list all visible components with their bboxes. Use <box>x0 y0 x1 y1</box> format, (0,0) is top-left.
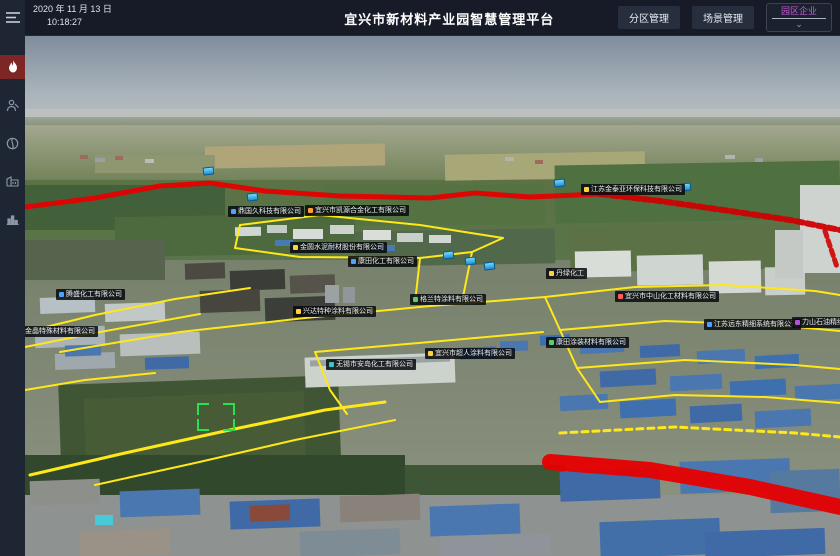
bar-chart-icon <box>6 213 19 225</box>
app-window: 2020 年 11 月 13 日 10:18:27 宜兴市新材料产业园智慧管理平… <box>0 0 840 556</box>
scene-management-button[interactable]: 场景管理 <box>692 6 754 29</box>
company-label[interactable]: 康田涂装材料有限公司 <box>546 337 629 348</box>
company-marker-icon <box>59 292 64 297</box>
chevron-down-icon: ⌄ <box>795 19 803 31</box>
map-canvas[interactable]: 鼎国久科技有限公司 宜兴市凯源合金化工有限公司金圆水泥耐材股份有限公司康田化工有限… <box>25 35 840 556</box>
truck-marker[interactable] <box>484 261 496 270</box>
company-marker-icon <box>231 209 236 214</box>
company-label[interactable]: 金圆水泥耐材股份有限公司 <box>290 242 387 253</box>
topbar-actions: 分区管理 场景管理 园区企业 ⌄ <box>618 0 832 35</box>
company-label-text: 兴达特种涂料有限公司 <box>303 308 373 315</box>
date-label: 2020 年 11 月 13 日 <box>33 3 112 16</box>
company-label[interactable]: 宜兴市凯源合金化工有限公司 <box>305 205 409 216</box>
company-label-text: 康田涂装材料有限公司 <box>556 339 626 346</box>
company-label[interactable]: 格兰特涂料有限公司 <box>410 294 486 305</box>
energy-gauge-icon <box>6 137 19 150</box>
company-marker-icon <box>308 208 313 213</box>
worker-person-icon <box>6 99 19 112</box>
company-label-text: 宜兴市中山化工材料有限公司 <box>625 293 716 300</box>
time-label: 10:18:27 <box>33 16 112 29</box>
factory-building-icon <box>6 175 19 187</box>
company-label[interactable]: 宜兴市超人涂料有限公司 <box>425 348 515 359</box>
company-marker-icon <box>795 320 800 325</box>
sidebar-item-fire[interactable] <box>0 55 25 79</box>
company-marker-icon <box>351 259 356 264</box>
datetime: 2020 年 11 月 13 日 10:18:27 <box>33 3 112 29</box>
company-label-text: 无锡市安岛化工有限公司 <box>336 361 413 368</box>
company-label-text: 江苏金泰亚环保科技有限公司 <box>591 186 682 193</box>
hamburger-menu-icon[interactable] <box>0 5 25 29</box>
company-marker-icon <box>329 362 334 367</box>
company-marker-icon <box>549 340 554 345</box>
company-label-text: 丹绿化工 <box>556 270 584 277</box>
truck-marker[interactable] <box>443 250 455 259</box>
truck-marker[interactable] <box>465 256 477 265</box>
company-label[interactable]: 鼎国久科技有限公司 <box>228 206 304 217</box>
company-label[interactable]: 丹绿化工 <box>546 268 587 279</box>
flame-icon <box>7 60 19 74</box>
company-marker-icon <box>296 309 301 314</box>
company-marker-icon <box>549 271 554 276</box>
selection-bracket <box>197 403 235 431</box>
sidebar-item-energy[interactable] <box>0 131 25 155</box>
company-label-text: 力山石油精细化工有限公司 <box>802 319 840 326</box>
company-label-text: 宜兴市超人涂料有限公司 <box>435 350 512 357</box>
company-label[interactable]: 力山石油精细化工有限公司 <box>792 317 840 328</box>
dropdown-selected-value: 园区企业 <box>781 6 817 17</box>
truck-marker[interactable] <box>247 192 259 201</box>
page-title: 宜兴市新材料产业园智慧管理平台 <box>344 9 554 28</box>
company-label-text: 康田化工有限公司 <box>358 258 414 265</box>
top-bar: 2020 年 11 月 13 日 10:18:27 宜兴市新材料产业园智慧管理平… <box>25 0 840 36</box>
zone-management-button[interactable]: 分区管理 <box>618 6 680 29</box>
truck-marker[interactable] <box>554 178 566 187</box>
company-label[interactable]: 无锡市安岛化工有限公司 <box>326 359 416 370</box>
company-label[interactable]: 金晶特殊材料有限公司 <box>25 326 98 337</box>
company-label[interactable]: 康田化工有限公司 <box>348 256 417 267</box>
company-marker-icon <box>428 351 433 356</box>
company-label-text: 腾盛化工有限公司 <box>66 291 122 298</box>
company-label-text: 金圆水泥耐材股份有限公司 <box>300 244 384 251</box>
company-label-text: 江苏远东精细系统有限公司 <box>714 321 798 328</box>
company-label-text: 宜兴市凯源合金化工有限公司 <box>315 207 406 214</box>
company-label[interactable]: 江苏远东精细系统有限公司 <box>704 319 801 330</box>
company-label-text: 格兰特涂料有限公司 <box>420 296 483 303</box>
company-label-text: 鼎国久科技有限公司 <box>238 208 301 215</box>
company-label[interactable]: 腾盛化工有限公司 <box>56 289 125 300</box>
sidebar-item-statistics[interactable] <box>0 207 25 231</box>
sidebar <box>0 0 25 556</box>
company-marker-icon <box>413 297 418 302</box>
company-label-text: 金晶特殊材料有限公司 <box>25 328 95 335</box>
company-label[interactable]: 宜兴市中山化工材料有限公司 <box>615 291 719 302</box>
company-marker-icon <box>293 245 298 250</box>
sidebar-item-enterprise[interactable] <box>0 169 25 193</box>
company-marker-icon <box>618 294 623 299</box>
company-label[interactable]: 兴达特种涂料有限公司 <box>293 306 376 317</box>
sidebar-item-personnel[interactable] <box>0 93 25 117</box>
company-marker-icon <box>707 322 712 327</box>
company-marker-icon <box>584 187 589 192</box>
park-enterprise-dropdown[interactable]: 园区企业 ⌄ <box>766 3 832 32</box>
truck-marker[interactable] <box>203 166 215 175</box>
company-label[interactable]: 江苏金泰亚环保科技有限公司 <box>581 184 685 195</box>
